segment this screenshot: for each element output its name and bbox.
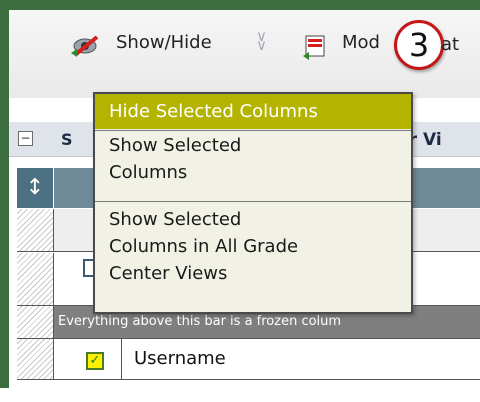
show-hide-icon[interactable]	[71, 35, 103, 57]
menu-item-show-selected-columns[interactable]: Show Selected Columns	[95, 132, 411, 186]
reorder-columns-icon[interactable]: ↕	[17, 168, 54, 208]
step-number-badge: 3	[394, 20, 444, 70]
grid-title-start: S	[61, 130, 73, 149]
content-area: Show/Hide ∨ ∨ Mod 3 at − S ter Vi ↕ Ever…	[9, 10, 480, 388]
collapse-icon[interactable]: −	[18, 131, 33, 146]
row-hatch	[17, 306, 54, 338]
show-hide-menu-label[interactable]: Show/Hide	[116, 32, 212, 53]
menu-divider	[95, 130, 411, 131]
row-hatch	[17, 339, 54, 379]
row-hatch	[17, 253, 54, 305]
menu-divider	[95, 201, 411, 202]
row-hatch	[17, 209, 54, 251]
toolbar-text-fragment: at	[441, 34, 460, 55]
modify-icon[interactable]	[303, 34, 329, 60]
toolbar: Show/Hide ∨ ∨ Mod 3 at	[9, 10, 480, 98]
username-checkbox[interactable]: ✓	[86, 352, 104, 370]
menu-item-show-in-all-views[interactable]: Show Selected Columns in All Grade Cente…	[95, 206, 411, 287]
chevron-down-icon[interactable]: ∨ ∨	[256, 29, 267, 53]
table-row: ✓ Username	[17, 339, 480, 380]
cell-divider	[121, 339, 122, 379]
menu-item-hide-selected-columns[interactable]: Hide Selected Columns	[95, 94, 411, 129]
show-hide-dropdown: Hide Selected Columns Show Selected Colu…	[93, 92, 413, 314]
modify-menu-label[interactable]: Mod	[342, 32, 380, 53]
username-column-label: Username	[134, 348, 226, 369]
window-frame: Show/Hide ∨ ∨ Mod 3 at − S ter Vi ↕ Ever…	[0, 0, 480, 388]
